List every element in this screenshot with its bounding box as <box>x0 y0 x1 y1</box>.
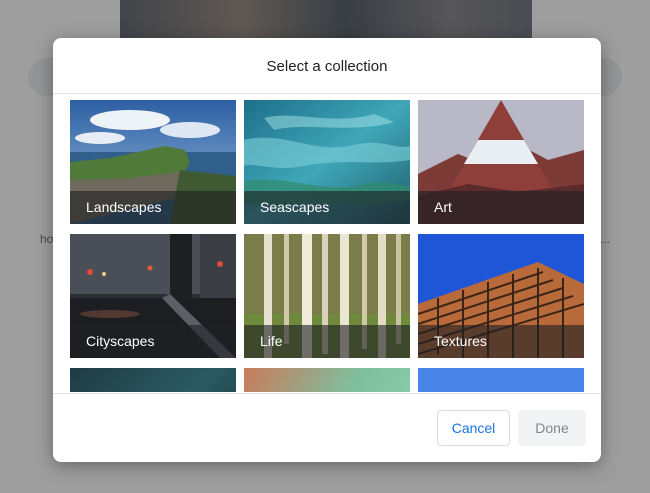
done-button[interactable]: Done <box>518 410 586 446</box>
partial-thumbnail <box>70 368 236 392</box>
dialog-header: Select a collection <box>53 38 601 94</box>
partial-thumbnail <box>244 368 410 392</box>
collection-label: Cityscapes <box>86 333 155 349</box>
collection-label: Art <box>434 199 452 215</box>
collection-label: Seascapes <box>260 199 330 215</box>
collection-tile-partial-3[interactable] <box>418 368 584 392</box>
collection-tile-partial-1[interactable] <box>70 368 236 392</box>
collection-label: Landscapes <box>86 199 162 215</box>
collection-tile-partial-2[interactable] <box>244 368 410 392</box>
cancel-button[interactable]: Cancel <box>437 410 510 446</box>
dialog-footer: Cancel Done <box>53 393 601 462</box>
collection-tile-textures[interactable]: Textures <box>418 234 584 358</box>
dialog-title: Select a collection <box>266 58 388 75</box>
collection-label: Textures <box>434 333 487 349</box>
collection-tile-art[interactable]: Art <box>418 100 584 224</box>
collection-label: Life <box>260 333 283 349</box>
collection-grid[interactable]: Landscapes Seascapes Art Cityscapes Life… <box>53 94 601 392</box>
collection-tile-seascapes[interactable]: Seascapes <box>244 100 410 224</box>
collection-tile-cityscapes[interactable]: Cityscapes <box>70 234 236 358</box>
collection-tile-life[interactable]: Life <box>244 234 410 358</box>
collection-tile-landscapes[interactable]: Landscapes <box>70 100 236 224</box>
partial-thumbnail <box>418 368 584 392</box>
select-collection-dialog: Select a collection Landscapes Seascapes… <box>53 38 601 462</box>
